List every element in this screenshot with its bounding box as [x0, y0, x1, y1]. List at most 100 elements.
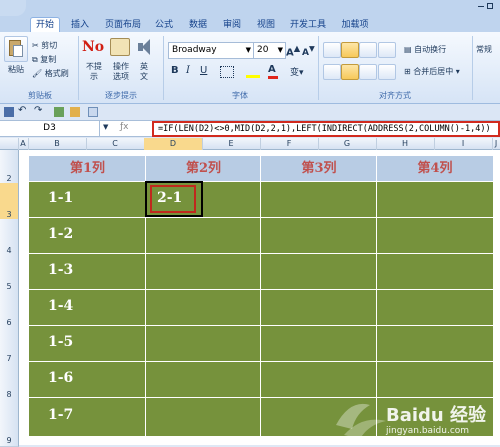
- undo-icon[interactable]: ↶: [18, 105, 26, 116]
- italic-icon[interactable]: I: [186, 65, 190, 76]
- speaker-icon[interactable]: [138, 38, 152, 56]
- tab-formulas[interactable]: 公式: [150, 18, 178, 32]
- table-cell[interactable]: [28, 217, 147, 255]
- header-cell[interactable]: 第4列: [376, 155, 494, 183]
- align-middle-icon[interactable]: [341, 42, 359, 58]
- office-button[interactable]: [0, 0, 26, 16]
- tab-insert[interactable]: 插入: [66, 18, 94, 32]
- formula-input[interactable]: =IF(LEN(D2)<>0,MID(D2,2,1),LEFT(INDIRECT…: [152, 121, 500, 137]
- table-cell[interactable]: [260, 289, 378, 327]
- column-header[interactable]: G: [318, 138, 377, 150]
- table-cell[interactable]: [145, 289, 262, 327]
- row-header[interactable]: 8: [0, 363, 19, 401]
- header-cell[interactable]: 第1列: [28, 155, 147, 183]
- merge-center-button[interactable]: ⊞ 合并后居中 ▾: [404, 66, 460, 77]
- format-painter-button[interactable]: 🖌 格式刷: [32, 68, 69, 79]
- column-header[interactable]: I: [434, 138, 493, 150]
- wrap-text-label: 自动换行: [414, 45, 447, 54]
- table-cell[interactable]: [145, 253, 262, 291]
- tab-developer[interactable]: 开发工具: [288, 18, 328, 32]
- row-header[interactable]: 2: [0, 150, 19, 185]
- column-header[interactable]: F: [260, 138, 319, 150]
- column-header[interactable]: C: [86, 138, 145, 150]
- group-divider: [472, 36, 473, 100]
- fill-color-icon[interactable]: [246, 66, 260, 78]
- table-cell[interactable]: [28, 289, 147, 327]
- table-cell[interactable]: [28, 325, 147, 363]
- table-cell[interactable]: [28, 397, 147, 437]
- chevron-down-icon[interactable]: ▼: [103, 123, 108, 131]
- table-cell[interactable]: [260, 325, 378, 363]
- no-prompt-icon[interactable]: No: [82, 38, 104, 56]
- borders-icon[interactable]: [220, 66, 234, 78]
- column-header[interactable]: E: [202, 138, 261, 150]
- align-right-icon[interactable]: [359, 64, 377, 80]
- table-cell[interactable]: [28, 253, 147, 291]
- tab-add-ins[interactable]: 加载项: [338, 18, 372, 32]
- column-header[interactable]: D: [144, 138, 203, 150]
- align-center-icon[interactable]: [341, 64, 359, 80]
- header-cell[interactable]: 第3列: [260, 155, 378, 183]
- align-left-icon[interactable]: [323, 64, 341, 80]
- table-cell[interactable]: [260, 217, 378, 255]
- row-header[interactable]: 9: [0, 399, 19, 447]
- cut-button[interactable]: ✂ 剪切: [32, 40, 57, 51]
- paste-icon[interactable]: [4, 36, 28, 62]
- row-header[interactable]: 4: [0, 219, 19, 257]
- table-cell[interactable]: [28, 181, 147, 219]
- font-size-dropdown[interactable]: 20 ▼: [253, 42, 286, 59]
- table-cell[interactable]: [145, 397, 262, 437]
- header-cell[interactable]: 第2列: [145, 155, 262, 183]
- window-controls-icon[interactable]: [476, 2, 496, 12]
- toolbar-custom-icon[interactable]: [70, 107, 80, 117]
- number-format-dropdown[interactable]: 常规: [476, 44, 492, 55]
- grow-font-icon[interactable]: A▲: [286, 43, 300, 58]
- orientation-icon[interactable]: [378, 42, 396, 58]
- select-all-corner[interactable]: [0, 138, 19, 150]
- bold-icon[interactable]: B: [171, 65, 179, 76]
- font-color-icon[interactable]: A: [268, 64, 276, 75]
- table-cell[interactable]: [260, 253, 378, 291]
- toolbar-custom-icon[interactable]: [54, 107, 64, 117]
- table-cell[interactable]: [376, 361, 494, 399]
- table-cell[interactable]: [260, 361, 378, 399]
- table-cell[interactable]: [376, 289, 494, 327]
- row-header[interactable]: 5: [0, 255, 19, 293]
- align-top-icon[interactable]: [323, 42, 341, 58]
- tab-data[interactable]: 数据: [184, 18, 212, 32]
- wrap-text-button[interactable]: ▤ 自动换行: [404, 44, 446, 55]
- tab-review[interactable]: 审阅: [218, 18, 246, 32]
- copy-button[interactable]: ⧉ 复制: [32, 54, 56, 65]
- table-cell[interactable]: [260, 181, 378, 219]
- table-cell[interactable]: [376, 217, 494, 255]
- table-cell[interactable]: [28, 361, 147, 399]
- row-header[interactable]: 3: [0, 183, 19, 221]
- table-cell[interactable]: [145, 217, 262, 255]
- column-header[interactable]: J: [492, 138, 500, 150]
- quick-access-toolbar: ↶ ↷: [0, 104, 500, 120]
- save-icon[interactable]: [4, 107, 14, 117]
- table-cell[interactable]: [145, 361, 262, 399]
- table-cell[interactable]: [376, 325, 494, 363]
- toolbar-custom-icon[interactable]: [88, 107, 98, 117]
- column-header[interactable]: H: [376, 138, 435, 150]
- underline-icon[interactable]: U: [200, 65, 207, 76]
- table-cell[interactable]: [376, 181, 494, 219]
- tab-view[interactable]: 视图: [252, 18, 280, 32]
- name-box[interactable]: D3: [0, 121, 100, 136]
- row-header[interactable]: 6: [0, 291, 19, 329]
- table-cell[interactable]: [376, 253, 494, 291]
- phonetic-icon[interactable]: 变▾: [290, 65, 304, 78]
- tab-page-layout[interactable]: 页面布局: [100, 18, 146, 32]
- table-cell[interactable]: [145, 325, 262, 363]
- shrink-font-icon[interactable]: A▼: [302, 44, 315, 58]
- font-name-dropdown[interactable]: Broadway ▼: [168, 42, 255, 59]
- options-icon[interactable]: [110, 38, 130, 56]
- paste-button[interactable]: 粘贴: [8, 64, 24, 75]
- fx-icon[interactable]: ƒx: [120, 122, 129, 132]
- row-header[interactable]: 7: [0, 327, 19, 365]
- column-header[interactable]: B: [28, 138, 87, 150]
- redo-icon[interactable]: ↷: [34, 105, 42, 116]
- indent-icon[interactable]: [378, 64, 396, 80]
- align-bottom-icon[interactable]: [359, 42, 377, 58]
